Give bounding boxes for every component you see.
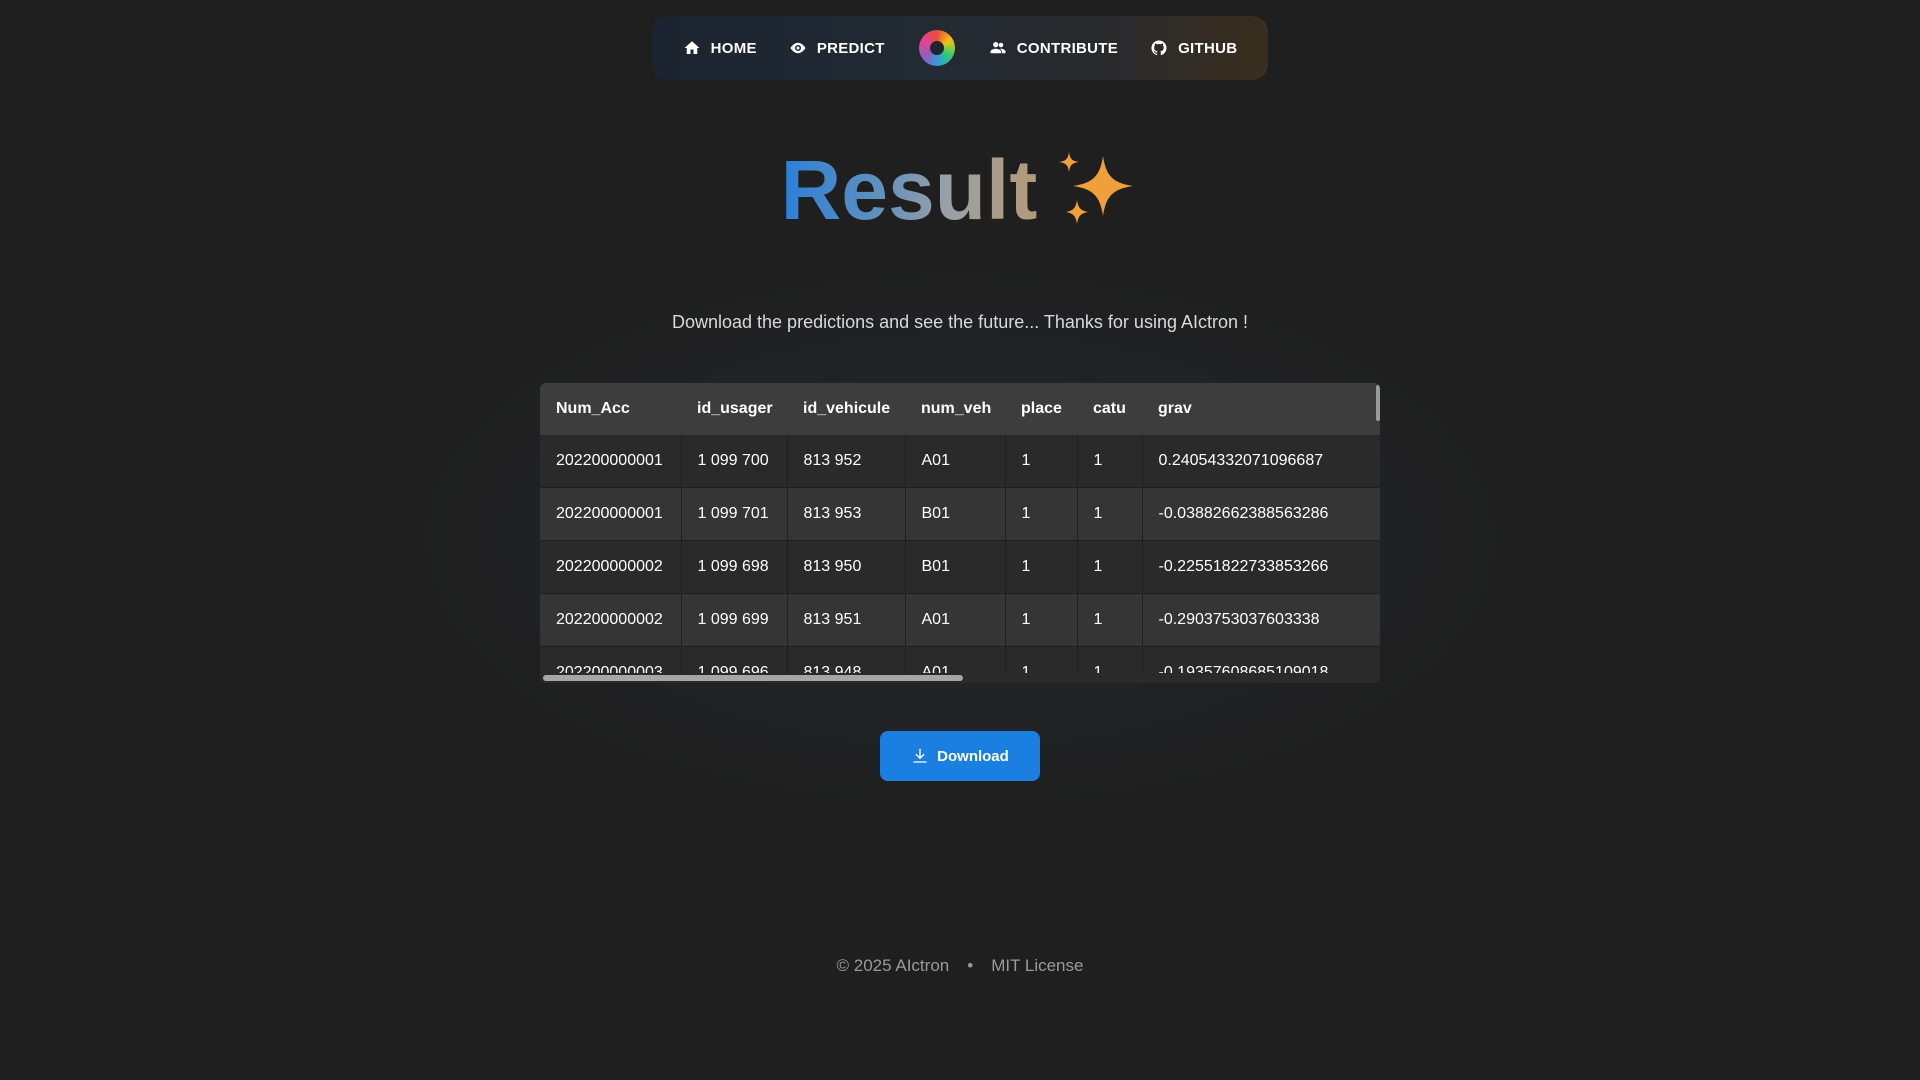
- nav-contribute-label: CONTRIBUTE: [1016, 39, 1119, 57]
- top-nav: HOME PREDICT CONTRIBUTE GITHUB: [652, 16, 1268, 80]
- column-header[interactable]: id_vehicule: [787, 383, 905, 435]
- title-row: Result: [0, 140, 1920, 240]
- table-cell: 1: [1005, 593, 1078, 647]
- table-cell: 202200000002: [540, 593, 682, 647]
- subtitle-text: Download the predictions and see the fut…: [671, 312, 1248, 332]
- horizontal-scrollbar-thumb[interactable]: [543, 675, 963, 681]
- nav-home[interactable]: HOME: [667, 28, 773, 68]
- table-cell: 1 099 699: [681, 593, 788, 647]
- page: HOME PREDICT CONTRIBUTE GITHUB Result Do…: [0, 0, 1920, 1080]
- nav-github[interactable]: GITHUB: [1134, 28, 1253, 68]
- footer-copyright: © 2025 AIctron: [836, 956, 950, 975]
- table-cell: 813 950: [787, 540, 906, 594]
- table-cell: 1: [1077, 593, 1143, 647]
- table-cell: 0.24054332071096687: [1142, 435, 1380, 488]
- nav-contribute[interactable]: CONTRIBUTE: [973, 28, 1134, 68]
- sparkles-icon: [1055, 148, 1139, 232]
- people-icon: [990, 42, 1006, 54]
- table-cell: A01: [905, 435, 1006, 488]
- nav-github-label: GITHUB: [1178, 39, 1238, 57]
- github-icon: [1151, 40, 1167, 56]
- table-cell: 1: [1005, 487, 1078, 541]
- nav-predict[interactable]: PREDICT: [773, 28, 901, 68]
- table-row: 202200000002 1 099 698 813 950 B01 1 1 -…: [540, 540, 1380, 594]
- home-icon: [684, 41, 700, 54]
- table-cell: 1: [1077, 540, 1143, 594]
- table-cell: 1: [1077, 435, 1143, 488]
- footer: © 2025 AIctron • MIT License: [0, 956, 1920, 976]
- table-row: 202200000002 1 099 699 813 951 A01 1 1 -…: [540, 593, 1380, 647]
- table-cell: 813 953: [787, 487, 906, 541]
- table-cell: 1 099 700: [681, 435, 788, 488]
- table-header-row: Num_Acc id_usager id_vehicule num_veh pl…: [540, 383, 1380, 435]
- nav-home-label: HOME: [710, 39, 757, 57]
- table-cell: -0.03882662388563286: [1142, 487, 1380, 541]
- column-header[interactable]: place: [1005, 383, 1077, 435]
- eye-icon: [790, 42, 806, 54]
- vertical-scrollbar[interactable]: [1376, 385, 1380, 421]
- table-cell: 202200000002: [540, 540, 682, 594]
- table-row: 202200000001 1 099 700 813 952 A01 1 1 0…: [540, 435, 1380, 488]
- footer-separator: •: [967, 956, 974, 975]
- nav-predict-label: PREDICT: [816, 39, 885, 57]
- logo-icon[interactable]: [918, 30, 955, 66]
- table-cell: 202200000001: [540, 435, 682, 488]
- table-cell: 813 952: [787, 435, 906, 488]
- table-cell: 1: [1005, 435, 1078, 488]
- horizontal-scrollbar-track[interactable]: [540, 673, 1380, 683]
- table-cell: 1: [1005, 540, 1078, 594]
- table-cell: -0.2903753037603338: [1142, 593, 1380, 647]
- results-table-container[interactable]: Num_Acc id_usager id_vehicule num_veh pl…: [540, 383, 1380, 683]
- table-cell: 202200000001: [540, 487, 682, 541]
- table-cell: -0.22551822733853266: [1142, 540, 1380, 594]
- table-cell: A01: [905, 593, 1006, 647]
- table-cell: 1 099 698: [681, 540, 788, 594]
- column-header[interactable]: catu: [1077, 383, 1142, 435]
- table-cell: B01: [905, 487, 1006, 541]
- footer-license-link[interactable]: MIT License: [991, 956, 1083, 976]
- table-cell: B01: [905, 540, 1006, 594]
- download-icon: [913, 748, 927, 763]
- download-button[interactable]: Download: [880, 731, 1040, 781]
- download-label: Download: [937, 747, 1009, 765]
- column-header[interactable]: num_veh: [905, 383, 1005, 435]
- table-cell: 1 099 701: [681, 487, 788, 541]
- column-header[interactable]: Num_Acc: [540, 383, 681, 435]
- table-cell: 1: [1077, 487, 1143, 541]
- results-table: Num_Acc id_usager id_vehicule num_veh pl…: [540, 383, 1380, 683]
- table-cell: 813 951: [787, 593, 906, 647]
- table-row: 202200000001 1 099 701 813 953 B01 1 1 -…: [540, 487, 1380, 541]
- column-header[interactable]: id_usager: [681, 383, 787, 435]
- column-header[interactable]: grav: [1142, 383, 1380, 435]
- page-title: Result: [781, 140, 1038, 240]
